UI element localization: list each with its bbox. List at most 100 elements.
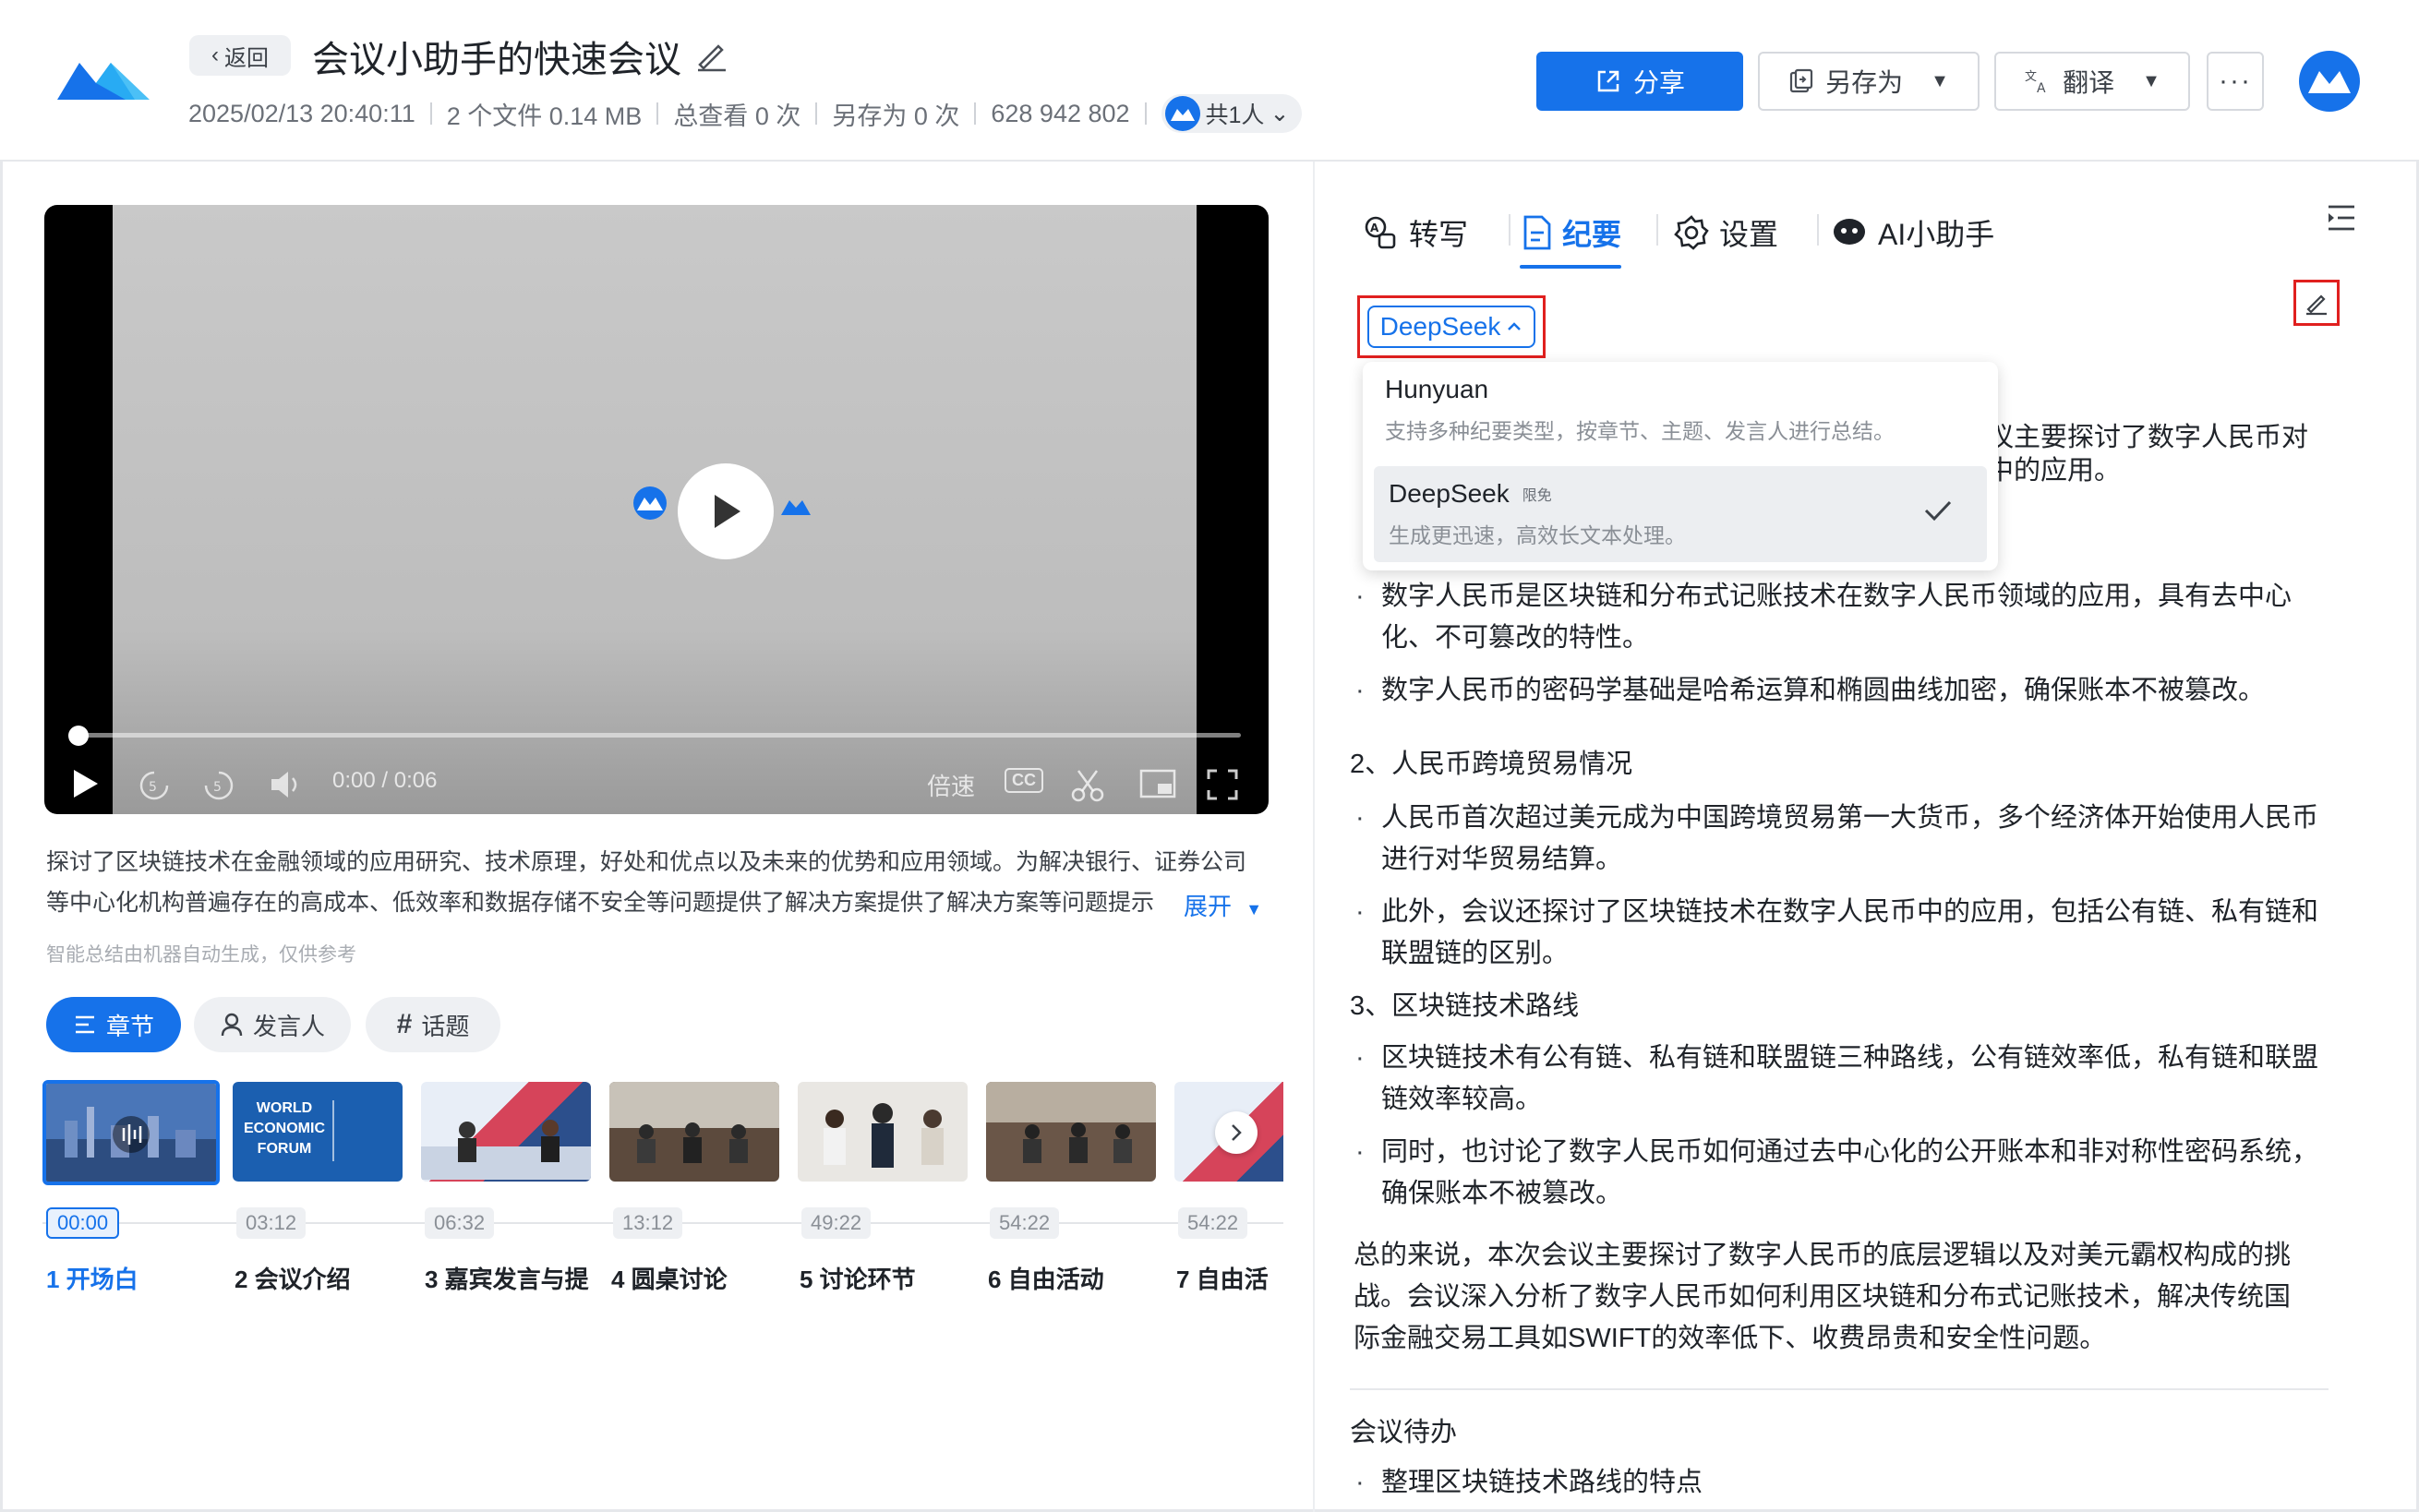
clip-button[interactable]	[1069, 768, 1106, 803]
minutes-bullet: 人民币首次超过美元成为中国跨境贸易第一大货币，多个经济体开始使用人民币进行对华贸…	[1350, 798, 2329, 881]
minutes-bullet: 数字人民币是区块链和分布式记账技术在数字人民币领域的应用，具有去中心化、不可篡改…	[1350, 576, 2329, 659]
video-logo-icon	[633, 486, 667, 520]
ai-disclaimer: 智能总结由机器自动生成，仅供参考	[46, 944, 356, 966]
chapter-thumbnail[interactable]	[798, 1082, 968, 1182]
minutes-bullet: 此外，会议还探讨了区块链技术在数字人民币中的应用，包括公有链、私有链和联盟链的区…	[1350, 892, 2329, 975]
chapter-title[interactable]: 5 讨论环节	[800, 1261, 916, 1295]
edit-minutes-button[interactable]	[2293, 280, 2340, 326]
section-heading: 2、人民币跨境贸易情况	[1350, 750, 1633, 779]
thumb-text-line: WORLD	[256, 1100, 313, 1116]
translate-button[interactable]: 文 A 翻译 ▼	[1994, 52, 2190, 111]
filter-speaker-label: 发言人	[252, 1012, 325, 1040]
divider	[1144, 102, 1147, 125]
svg-text:文: 文	[2025, 70, 2037, 84]
chapter-title[interactable]: 1 开场白	[46, 1261, 138, 1295]
participants-button[interactable]: 共1人 ⌄	[1161, 94, 1303, 133]
app-logo-icon[interactable]	[54, 46, 155, 111]
model-option-deepseek[interactable]: DeepSeek 限免 生成更迅速，高效长文本处理。	[1374, 466, 1987, 562]
chapter-time[interactable]: 54:22	[1178, 1207, 1248, 1239]
user-avatar[interactable]	[2299, 51, 2360, 112]
file-count: 2 个文件 0.14 MB	[446, 102, 643, 130]
back-label: 返回	[224, 45, 269, 71]
minutes-bullet: 数字人民币的密码学基础是哈希运算和椭圆曲线加密，确保账本不被篡改。	[1350, 670, 2329, 712]
chapter-time[interactable]: 03:12	[236, 1207, 307, 1239]
save-count: 另存为 0 次	[832, 102, 960, 130]
captions-button[interactable]: CC	[1005, 768, 1043, 793]
view-count: 总查看 0 次	[673, 102, 801, 130]
fullscreen-button[interactable]	[1206, 768, 1239, 801]
chapter-title[interactable]: 4 圆桌讨论	[611, 1261, 728, 1295]
cc-icon: CC	[1005, 768, 1043, 793]
chapter-title[interactable]: 7 自由活	[1176, 1261, 1269, 1295]
list-icon	[75, 1015, 94, 1034]
edit-title-icon[interactable]	[692, 37, 729, 74]
chapter-time[interactable]: 00:00	[46, 1207, 120, 1239]
more-button[interactable]: ···	[2207, 52, 2264, 111]
chapter-time[interactable]: 13:12	[613, 1207, 683, 1239]
forward-5-button[interactable]: 5	[201, 768, 236, 803]
video-player[interactable]: 5 5 0:00 / 0:06 倍速 CC	[44, 205, 1269, 814]
video-progress-bar[interactable]	[76, 733, 1241, 738]
tab-transcript[interactable]: A 转写	[1363, 211, 1468, 254]
play-button[interactable]	[70, 768, 100, 799]
save-as-button[interactable]: 另存为 ▼	[1758, 52, 1980, 111]
collapse-panel-icon[interactable]	[2325, 201, 2358, 234]
roundtable-photo-image	[609, 1082, 779, 1163]
thumb-text-line: ECONOMIC	[244, 1121, 325, 1136]
header: ‹ 返回 会议小助手的快速会议 2025/02/13 20:40:11 2 个文…	[0, 0, 2419, 162]
chapter-time[interactable]: 49:22	[801, 1207, 872, 1239]
translate-icon: 文 A	[2025, 70, 2046, 95]
model-option-hunyuan[interactable]: Hunyuan 支持多种纪要类型，按章节、主题、发言人进行总结。	[1363, 362, 1998, 458]
meeting-datetime: 2025/02/13 20:40:11	[188, 99, 415, 127]
divider	[815, 102, 818, 125]
next-chapters-button[interactable]	[1215, 1111, 1258, 1154]
model-selector-highlight: DeepSeek	[1357, 295, 1546, 358]
chapter-title[interactable]: 6 自由活动	[988, 1261, 1104, 1295]
divider	[974, 102, 977, 125]
player-controls: 5 5 0:00 / 0:06 倍速 CC	[44, 759, 1269, 814]
chapter-thumbnail[interactable]	[421, 1082, 591, 1182]
play-overlay-button[interactable]	[678, 463, 774, 559]
right-panel-tabs: A 转写 纪要 设置 AI小助手	[1363, 205, 2046, 269]
rewind-5-button[interactable]: 5	[137, 768, 172, 803]
filter-chapter-button[interactable]: 章节	[46, 997, 181, 1052]
person-icon	[221, 1013, 243, 1037]
filter-topic-label: 话题	[421, 1012, 470, 1040]
tab-settings[interactable]: 设置	[1673, 211, 1778, 254]
divider	[656, 102, 659, 125]
share-button[interactable]: 分享	[1536, 52, 1743, 111]
video-frame	[113, 205, 1197, 814]
meeting-photo-image	[986, 1082, 1156, 1163]
speed-button[interactable]: 倍速	[927, 768, 975, 802]
chapter-thumbnail[interactable]	[609, 1082, 779, 1182]
progress-handle[interactable]	[68, 726, 89, 746]
discussion-photo-image	[824, 1103, 944, 1168]
chapter-title[interactable]: 3 嘉宾发言与提	[425, 1261, 593, 1295]
svg-text:A: A	[1370, 222, 1379, 234]
chapter-thumbnail[interactable]	[986, 1082, 1156, 1182]
user-avatar-icon	[1164, 96, 1200, 131]
filter-speaker-button[interactable]: 发言人	[194, 997, 351, 1052]
tab-divider	[1817, 214, 1819, 246]
chapter-thumbnail[interactable]: WORLD ECONOMIC FORUM	[233, 1082, 403, 1182]
model-selector-button[interactable]: DeepSeek	[1367, 306, 1535, 348]
expand-summary-button[interactable]: 展开 ▼	[1174, 888, 1263, 922]
rewind-icon: 5	[139, 771, 169, 800]
model-option-desc: 生成更迅速，高效长文本处理。	[1389, 523, 1686, 547]
volume-button[interactable]	[268, 768, 305, 801]
participants-label: 共1人	[1205, 102, 1265, 128]
todo-heading: 会议待办	[1350, 1418, 1458, 1447]
back-button[interactable]: ‹ 返回	[189, 35, 291, 76]
chapter-time[interactable]: 54:22	[990, 1207, 1060, 1239]
avatar-logo-icon	[2308, 71, 2351, 93]
chapter-title[interactable]: 2 会议介绍	[235, 1261, 351, 1295]
pip-button[interactable]	[1139, 768, 1176, 799]
page-title: 会议小助手的快速会议	[312, 40, 681, 80]
tab-minutes[interactable]: 纪要	[1520, 211, 1622, 269]
tab-ai-assistant[interactable]: AI小助手	[1830, 211, 1994, 254]
thumb-text-line: FORUM	[257, 1141, 312, 1157]
filter-topic-button[interactable]: # 话题	[366, 997, 500, 1052]
chapter-time[interactable]: 06:32	[425, 1207, 495, 1239]
expand-label: 展开	[1184, 893, 1233, 920]
filter-chapter-label: 章节	[105, 1012, 154, 1040]
